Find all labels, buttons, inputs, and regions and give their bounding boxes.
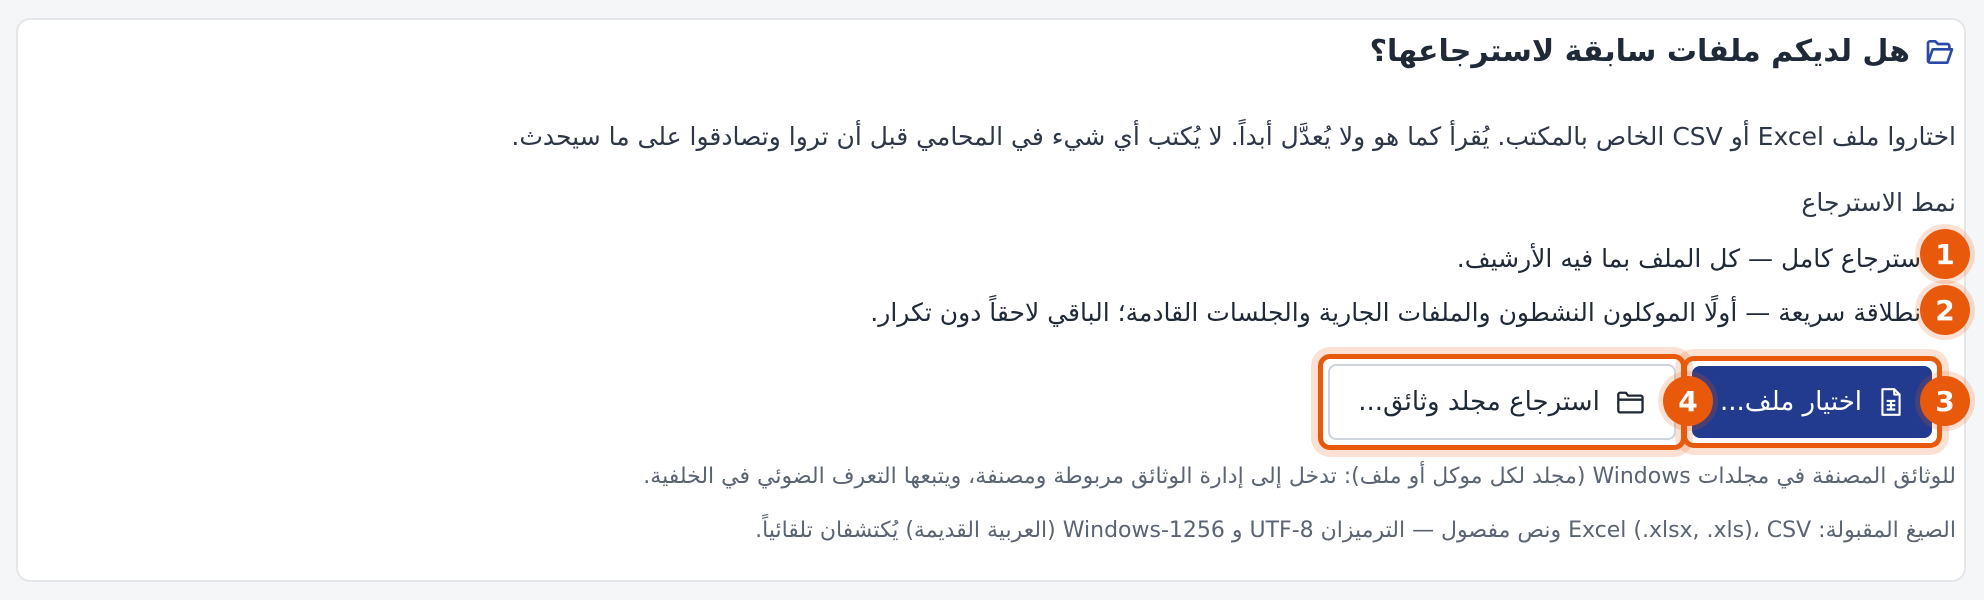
radio-option-full-import[interactable]: استرجاع كامل — كل الملف بما فيه الأرشيف. [1457,244,1956,273]
import-folder-button[interactable]: استرجاع مجلد وثائق... [1328,364,1676,440]
spreadsheet-file-icon [1881,388,1901,416]
annotation-badge-2: 2 [1920,285,1970,335]
import-mode-label: نمط الاسترجاع [1801,188,1956,217]
radio-label-quick-start: انطلاقة سريعة — أولًا الموكلون النشطون و… [870,298,1928,327]
choose-file-button[interactable]: اختيار ملف... [1692,366,1932,438]
annotation-badge-3: 3 [1920,376,1970,426]
annotation-badge-4: 4 [1663,376,1713,426]
import-folder-label: استرجاع مجلد وثائق... [1358,387,1600,417]
folders-hint-text: للوثائق المصنفة في مجلدات Windows (مجلد … [643,464,1956,489]
page-title: هل لديكم ملفات سابقة لاسترجاعها؟ [1369,34,1910,69]
choose-file-label: اختيار ملف... [1720,387,1862,417]
header: هل لديكم ملفات سابقة لاسترجاعها؟ [1370,34,1956,69]
description-text: اختاروا ملف Excel أو CSV الخاص بالمكتب. … [511,122,1956,151]
radio-label-full-import: استرجاع كامل — كل الملف بما فيه الأرشيف. [1456,244,1928,273]
folder-icon [1616,391,1644,414]
radio-option-quick-start[interactable]: انطلاقة سريعة — أولًا الموكلون النشطون و… [870,298,1956,327]
folder-open-icon [1926,39,1954,64]
formats-hint-text: الصيغ المقبولة: Excel (.xlsx, .xls)، CSV… [755,518,1956,543]
annotation-badge-1: 1 [1920,229,1970,279]
